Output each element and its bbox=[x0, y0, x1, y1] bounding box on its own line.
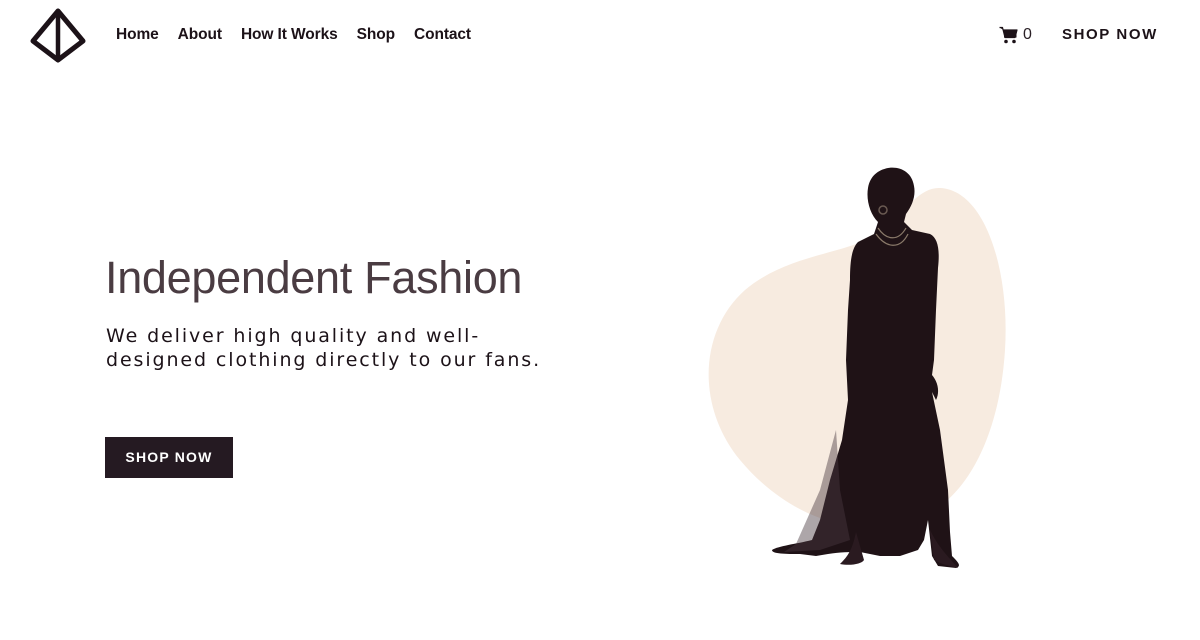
nav-item-how-it-works[interactable]: How It Works bbox=[241, 25, 338, 45]
hero-shop-now-button[interactable]: SHOP NOW bbox=[105, 437, 233, 478]
nav-item-about[interactable]: About bbox=[178, 25, 222, 45]
main-nav: Home About How It Works Shop Contact bbox=[116, 25, 490, 45]
cart-count: 0 bbox=[1023, 26, 1032, 43]
hero-title: Independent Fashion bbox=[105, 252, 523, 303]
model-illustration bbox=[708, 167, 1006, 568]
site-header: Home About How It Works Shop Contact 0 S… bbox=[0, 0, 1200, 72]
nav-item-shop[interactable]: Shop bbox=[357, 25, 395, 45]
hero-image bbox=[700, 160, 1020, 580]
hero-subtitle: We deliver high quality and well-designe… bbox=[106, 325, 542, 371]
nav-item-home[interactable]: Home bbox=[116, 25, 159, 45]
logo-icon[interactable] bbox=[29, 7, 87, 65]
header-shop-now-link[interactable]: SHOP NOW bbox=[1062, 25, 1158, 45]
shopping-cart-icon bbox=[999, 26, 1018, 44]
nav-item-contact[interactable]: Contact bbox=[414, 25, 471, 45]
cart-button[interactable]: 0 bbox=[999, 25, 1032, 45]
